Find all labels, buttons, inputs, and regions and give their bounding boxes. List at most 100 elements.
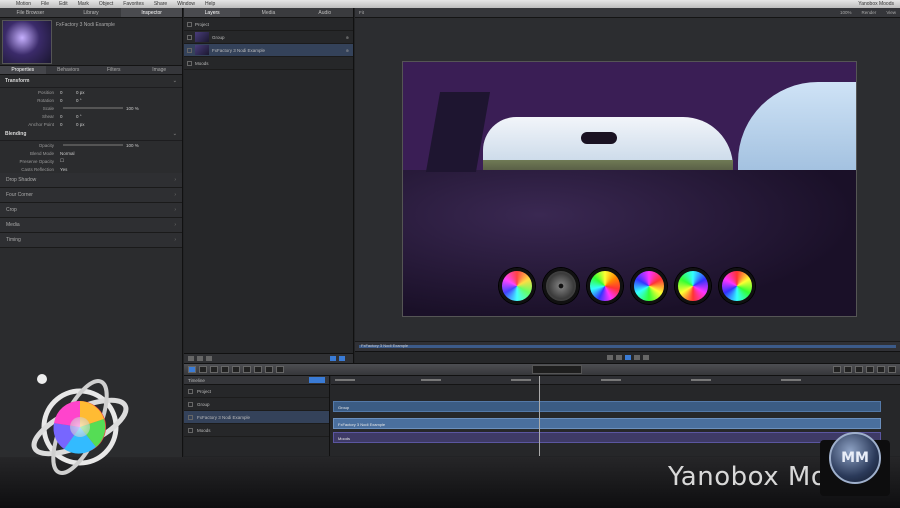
layer-checkbox[interactable] xyxy=(187,60,192,66)
section-blending[interactable]: Blending ⌄ xyxy=(0,128,182,141)
timeline-row-fxfactory[interactable]: FxFactory 3 Nodi Example xyxy=(184,411,329,424)
gear-icon[interactable] xyxy=(197,356,203,361)
tab-inspector[interactable]: Inspector xyxy=(121,8,183,17)
section-crop[interactable]: Crop › xyxy=(0,203,182,218)
menu-item-help[interactable]: Help xyxy=(205,1,215,7)
canvas-video[interactable] xyxy=(402,61,857,317)
play-icon[interactable] xyxy=(624,355,631,360)
pen-tool-icon[interactable] xyxy=(210,366,218,373)
param-value[interactable]: 0 xyxy=(60,98,76,103)
filters-icon[interactable] xyxy=(855,366,863,373)
menu-item-motion[interactable]: Motion xyxy=(16,1,31,7)
behaviors-icon[interactable] xyxy=(844,366,852,373)
step-back-icon[interactable] xyxy=(615,355,622,360)
trash-icon[interactable] xyxy=(206,356,212,361)
track-moods[interactable]: Moods xyxy=(333,432,881,443)
param-value[interactable]: 100 % xyxy=(126,106,142,111)
track-group[interactable]: Group xyxy=(333,401,881,412)
mask-tool-icon[interactable] xyxy=(232,366,240,373)
tab-media[interactable]: Media xyxy=(240,8,296,17)
color-wheel-icon[interactable] xyxy=(719,268,755,304)
color-wheel-icon[interactable] xyxy=(587,268,623,304)
timeline-row-moods[interactable]: Moods xyxy=(184,424,329,437)
param-dropdown[interactable]: Yes xyxy=(60,167,76,172)
layer-row-fxfactory[interactable]: FxFactory 3 Nodi Example ⊕ xyxy=(184,44,353,57)
tab-image[interactable]: Image xyxy=(137,66,183,74)
menu-item-object[interactable]: Object xyxy=(99,1,113,7)
timeline-ruler[interactable] xyxy=(331,376,900,385)
param-dropdown[interactable]: Normal xyxy=(60,151,76,156)
section-media[interactable]: Media › xyxy=(0,218,182,233)
param-slider[interactable] xyxy=(63,144,123,146)
timeline-toggle[interactable] xyxy=(309,377,325,383)
timeline-row-group[interactable]: Group xyxy=(184,398,329,411)
color-wheel-icon[interactable] xyxy=(631,268,667,304)
canvas-title[interactable]: Fit xyxy=(359,10,364,15)
param-value[interactable]: 0 xyxy=(60,122,76,127)
zoom-dropdown[interactable]: 100% xyxy=(840,10,852,15)
tab-filters[interactable]: Filters xyxy=(91,66,137,74)
mini-timeline[interactable]: FxFactory 3 Nodi Example xyxy=(355,341,900,351)
layer-checkbox[interactable] xyxy=(187,47,192,53)
menu-item-file[interactable]: File xyxy=(41,1,49,7)
section-drop-shadow[interactable]: Drop Shadow › xyxy=(0,173,182,188)
menu-item-favorites[interactable]: Favorites xyxy=(123,1,144,7)
render-dropdown[interactable]: Render xyxy=(862,10,877,15)
list-icon[interactable] xyxy=(339,356,345,361)
mini-timeline-bar[interactable] xyxy=(359,345,896,348)
row-checkbox[interactable] xyxy=(188,401,193,407)
layer-row-moods[interactable]: Moods xyxy=(184,57,353,70)
tab-behaviors[interactable]: Behaviors xyxy=(46,66,92,74)
hud-icon[interactable] xyxy=(888,366,896,373)
row-checkbox[interactable] xyxy=(188,388,193,394)
tab-audio[interactable]: Audio xyxy=(297,8,353,17)
layer-checkbox[interactable] xyxy=(187,21,192,27)
type-tool-icon[interactable] xyxy=(276,366,284,373)
view-icon[interactable] xyxy=(330,356,336,361)
step-forward-icon[interactable] xyxy=(633,355,640,360)
section-four-corner[interactable]: Four Corner › xyxy=(0,188,182,203)
text-tool-icon[interactable] xyxy=(243,366,251,373)
param-value[interactable]: 0 xyxy=(60,114,76,119)
track-fxfactory[interactable]: FxFactory 3 Nodi Example xyxy=(333,418,881,429)
layer-row-project[interactable]: Project xyxy=(184,18,353,31)
generators-icon[interactable] xyxy=(866,366,874,373)
param-value[interactable]: 0 ° xyxy=(76,114,92,119)
tab-properties[interactable]: Properties xyxy=(0,66,46,74)
select-tool-icon[interactable] xyxy=(188,366,196,373)
row-checkbox[interactable] xyxy=(188,414,193,420)
tab-layers[interactable]: Layers xyxy=(184,8,241,17)
share-icon[interactable] xyxy=(877,366,885,373)
tab-file-browser[interactable]: File Browser xyxy=(0,8,61,17)
paint-tool-icon[interactable] xyxy=(254,366,262,373)
record-icon[interactable] xyxy=(833,366,841,373)
param-value[interactable]: 0 px xyxy=(76,122,92,127)
param-slider[interactable] xyxy=(63,107,123,109)
rewind-icon[interactable] xyxy=(606,355,613,360)
menu-item-edit[interactable]: Edit xyxy=(59,1,68,7)
menu-item-window[interactable]: Window xyxy=(177,1,195,7)
view-dropdown[interactable]: View xyxy=(886,10,896,15)
layer-checkbox[interactable] xyxy=(187,34,192,40)
row-checkbox[interactable] xyxy=(188,427,193,433)
timecode-display[interactable] xyxy=(532,365,582,374)
add-icon[interactable] xyxy=(188,356,194,361)
param-value[interactable]: 0 ° xyxy=(76,98,92,103)
layer-row-group[interactable]: Group ⊕ xyxy=(184,31,353,44)
color-wheel-icon[interactable] xyxy=(675,268,711,304)
loop-icon[interactable] xyxy=(642,355,649,360)
section-timing[interactable]: Timing › xyxy=(0,233,182,248)
mono-wheel-icon[interactable] xyxy=(543,268,579,304)
menu-item-share[interactable]: Share xyxy=(154,1,167,7)
pan-tool-icon[interactable] xyxy=(199,366,207,373)
menu-item-mark[interactable]: Mark xyxy=(78,1,89,7)
shape-tool-icon[interactable] xyxy=(221,366,229,373)
color-wheel-icon[interactable] xyxy=(499,268,535,304)
param-checkbox[interactable]: ☐ xyxy=(60,158,76,164)
param-value[interactable]: 0 xyxy=(60,90,76,95)
playhead[interactable] xyxy=(539,376,540,456)
timeline-row-project[interactable]: Project xyxy=(184,385,329,398)
param-value[interactable]: 100 % xyxy=(126,143,142,148)
tab-library[interactable]: Library xyxy=(61,8,122,17)
section-transform[interactable]: Transform ⌄ xyxy=(0,75,182,88)
